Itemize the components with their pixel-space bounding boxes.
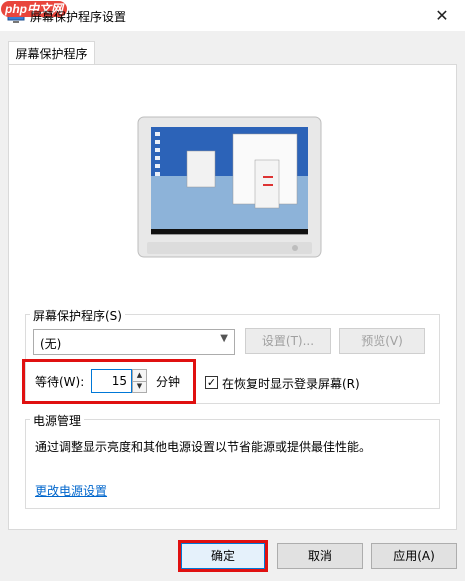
wait-minutes-input[interactable]: 15 <box>91 369 132 393</box>
dropdown-arrow-icon: ▼ <box>220 333 228 344</box>
wait-unit-label: 分钟 <box>156 375 181 389</box>
power-description: 通过调整显示亮度和其他电源设置以节省能源或提供最佳性能。 <box>35 440 372 454</box>
spin-down-icon[interactable]: ▼ <box>133 381 146 392</box>
settings-button[interactable]: 设置(T)... <box>245 328 331 354</box>
ok-highlight-box <box>178 540 268 572</box>
wait-minutes-spinner[interactable]: ▲ ▼ <box>132 369 147 393</box>
power-group-label: 电源管理 <box>30 412 85 429</box>
close-button[interactable]: ✕ <box>419 0 465 31</box>
wait-label: 等待(W): <box>35 375 85 389</box>
tab-screensaver[interactable]: 屏幕保护程序 <box>8 41 95 65</box>
change-power-settings-link[interactable]: 更改电源设置 <box>35 482 107 499</box>
apply-button[interactable]: 应用(A) <box>371 543 457 569</box>
checkmark-icon: ✓ <box>206 376 217 389</box>
window-title: 屏幕保护程序设置 <box>30 10 127 24</box>
screensaver-group-label: 屏幕保护程序(S) <box>30 307 125 324</box>
preview-button[interactable]: 预览(V) <box>339 328 425 354</box>
resume-label: 在恢复时显示登录屏幕(R) <box>222 377 360 391</box>
monitor-icon <box>137 116 322 258</box>
cancel-button[interactable]: 取消 <box>277 543 363 569</box>
title-bar: php中文网 屏幕保护程序设置 ✕ <box>0 0 465 31</box>
screensaver-select[interactable]: (无) ▼ <box>33 329 235 355</box>
resume-checkbox[interactable]: ✓ <box>205 376 218 389</box>
close-icon: ✕ <box>435 6 449 25</box>
screensaver-select-value: (无) <box>40 337 62 351</box>
